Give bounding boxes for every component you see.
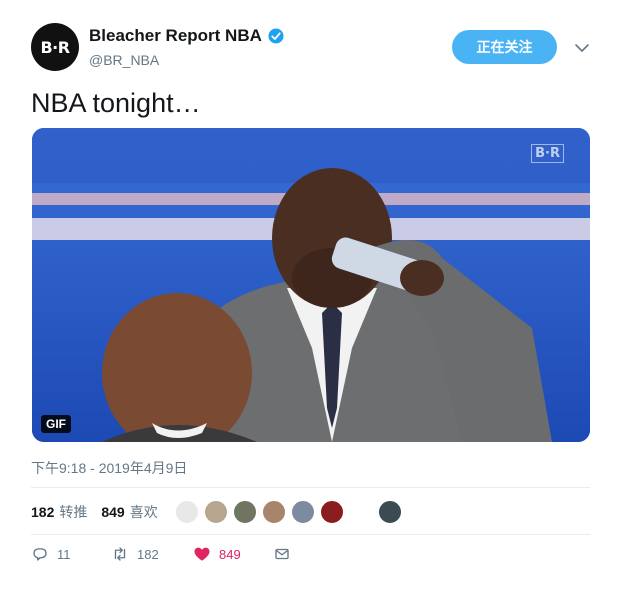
br-watermark-logo: B·R: [531, 144, 564, 163]
retweet-icon: [114, 547, 126, 561]
tweet-card: B·R Bleacher Report NBA @BR_NBA 正在关注 NBA…: [0, 0, 628, 592]
direct-message-button[interactable]: [273, 545, 291, 563]
divider: [31, 487, 590, 488]
account-handle[interactable]: @BR_NBA: [89, 52, 159, 68]
name-row: Bleacher Report NBA: [89, 26, 285, 46]
liker-avatar[interactable]: [233, 500, 257, 524]
reply-button[interactable]: 11: [31, 545, 111, 563]
reply-count: 11: [57, 546, 71, 562]
liker-avatar[interactable]: [175, 500, 199, 524]
liker-avatars: [175, 500, 407, 524]
avatar-logo-text: B·R: [40, 37, 70, 57]
retweets-label[interactable]: 转推: [59, 502, 87, 522]
retweets-count[interactable]: 182: [31, 504, 54, 520]
reply-icon: [33, 548, 47, 561]
tweet-text: NBA tonight…: [31, 88, 201, 118]
envelope-icon: [275, 548, 289, 560]
following-button[interactable]: 正在关注: [452, 30, 557, 64]
retweet-count: 182: [137, 546, 159, 562]
verified-badge-icon: [268, 28, 284, 44]
display-name[interactable]: Bleacher Report NBA: [89, 26, 262, 46]
engagement-stats: 182 转推 849 喜欢: [31, 502, 158, 522]
like-count: 849: [219, 546, 241, 562]
gif-frame-image: [32, 128, 590, 442]
like-button[interactable]: 849: [193, 545, 273, 563]
liker-avatar[interactable]: [378, 500, 402, 524]
liker-avatar[interactable]: [204, 500, 228, 524]
avatar[interactable]: B·R: [31, 23, 79, 71]
tweet-media-gif[interactable]: GIF B·R: [32, 128, 590, 442]
tweet-timestamp[interactable]: 下午9:18 - 2019年4月9日: [31, 458, 187, 478]
liker-avatar-empty: [349, 500, 373, 524]
likes-label[interactable]: 喜欢: [130, 502, 158, 522]
divider: [31, 534, 590, 535]
tweet-actions: 11 182 849: [31, 545, 291, 563]
heart-icon: [194, 547, 210, 561]
chevron-down-icon[interactable]: [574, 40, 590, 56]
liker-avatar[interactable]: [291, 500, 315, 524]
retweet-button[interactable]: 182: [111, 545, 193, 563]
gif-badge: GIF: [41, 415, 71, 433]
liker-avatar[interactable]: [262, 500, 286, 524]
likes-count[interactable]: 849: [101, 504, 124, 520]
liker-avatar[interactable]: [320, 500, 344, 524]
